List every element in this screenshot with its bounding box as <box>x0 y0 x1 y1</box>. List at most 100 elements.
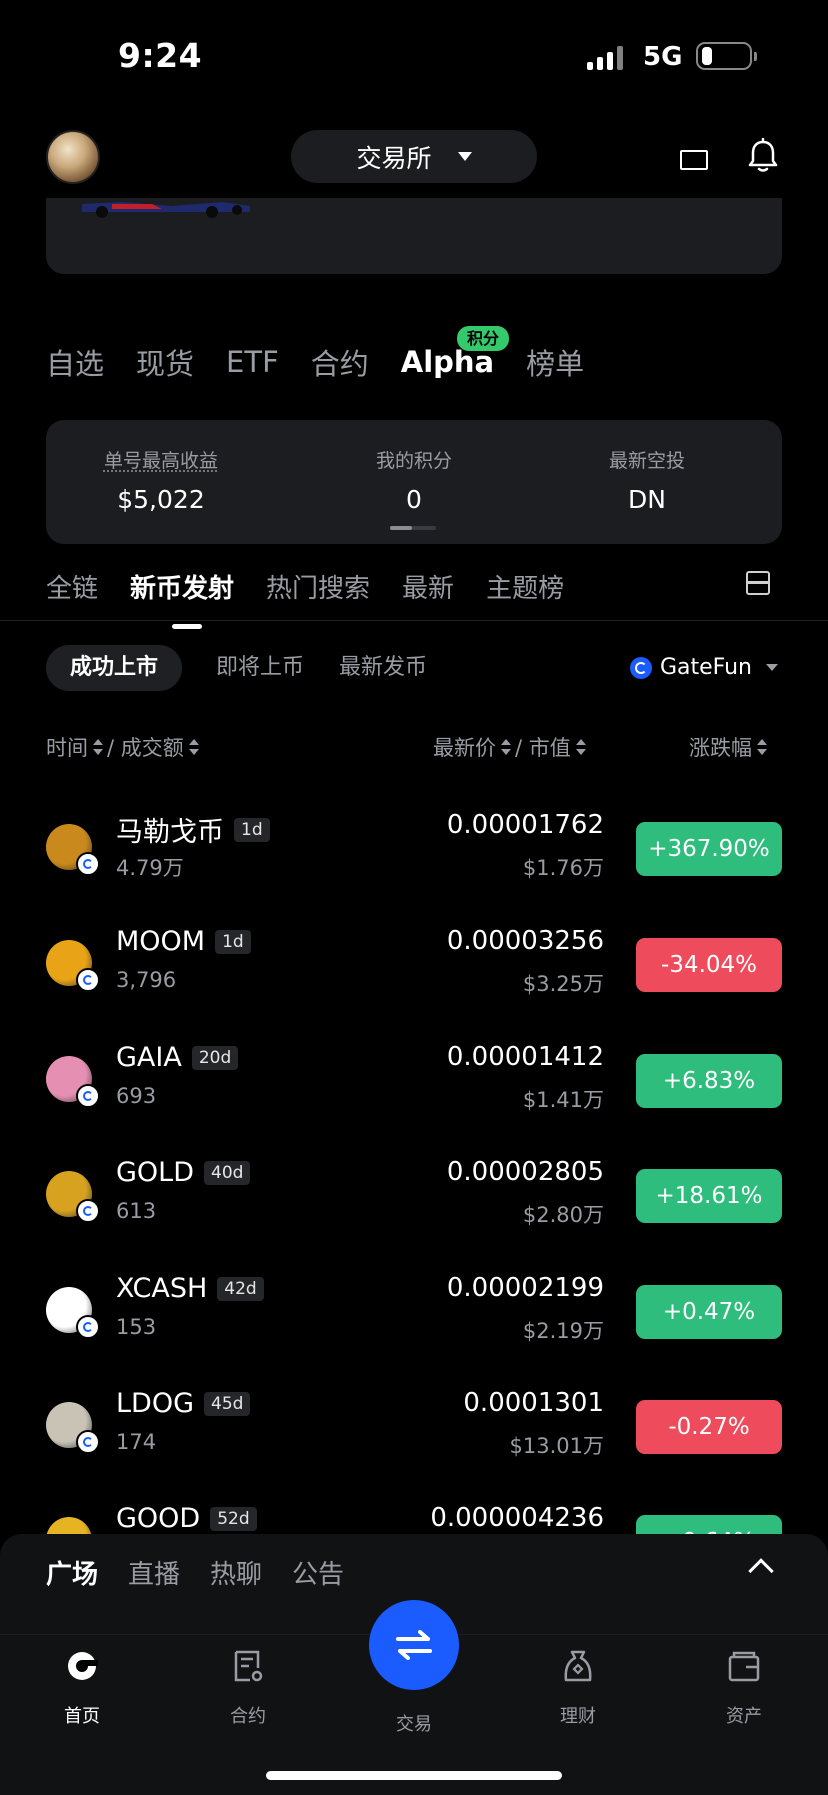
column-header-price-mcap[interactable]: 最新价 / 市值 <box>433 732 590 762</box>
screen-icon[interactable] <box>680 150 708 170</box>
earn-icon <box>564 1650 592 1682</box>
stat-label: 我的积分 <box>375 450 452 472</box>
token-name: GOOD <box>116 1503 201 1534</box>
source-selector[interactable]: GateFun <box>629 655 778 680</box>
column-volume: / 成交额 <box>107 736 184 760</box>
token-name-wrap: GAIA 20d <box>116 1042 239 1073</box>
price-change-button[interactable]: +6.83% <box>636 1054 782 1108</box>
sort-icon <box>575 739 586 755</box>
trade-button[interactable] <box>369 1600 459 1690</box>
chip-listed[interactable]: 成功上市 <box>46 645 183 691</box>
token-row[interactable]: GOLD 40d 613 0.00002805 $2.80万 +18.61% <box>46 1157 782 1237</box>
token-name: GOLD <box>116 1157 195 1188</box>
token-price: 0.00002199 <box>446 1273 604 1303</box>
wallet-icon <box>728 1651 760 1682</box>
tab-etf[interactable]: ETF <box>226 345 279 379</box>
tab-watchlist[interactable]: 自选 <box>46 341 104 383</box>
price-change-button[interactable]: +18.61% <box>636 1169 782 1223</box>
tab-all-chains[interactable]: 全链 <box>46 568 98 605</box>
price-change-button[interactable]: -0.27% <box>636 1400 782 1454</box>
stat-latest-airdrop: 最新空投 DN <box>532 446 762 514</box>
tab-new-launches[interactable]: 新币发射 <box>130 568 234 629</box>
column-header-time-volume[interactable]: 时间 / 成交额 <box>46 732 203 762</box>
token-volume: 613 <box>116 1199 157 1223</box>
nav-label: 交易 <box>396 1714 432 1735</box>
chip-upcoming[interactable]: 即将上币 <box>216 645 304 691</box>
token-price: 0.000004236 <box>430 1503 604 1533</box>
sub-tabs: 全链 新币发射 热门搜索 最新 主题榜 <box>46 566 596 629</box>
stat-value: DN <box>628 485 666 514</box>
status-time: 9:24 <box>118 36 203 75</box>
nav-futures[interactable]: 合约 <box>188 1648 308 1728</box>
tab-futures[interactable]: 合约 <box>311 341 369 383</box>
price-change-button[interactable]: +0.47% <box>636 1285 782 1339</box>
avatar[interactable] <box>46 130 100 184</box>
token-name-wrap: XCASH 42d <box>116 1273 264 1304</box>
token-row[interactable]: MOOM 1d 3,796 0.00003256 $3.25万 -34.04% <box>46 926 782 1006</box>
tab-hot-chat[interactable]: 热聊 <box>210 1554 262 1591</box>
column-header-change[interactable]: 涨跌幅 <box>689 732 771 762</box>
stat-label: 最新空投 <box>608 450 685 472</box>
token-mcap: $1.76万 <box>522 856 604 880</box>
tab-themes[interactable]: 主题榜 <box>486 568 564 605</box>
nav-earn[interactable]: 理财 <box>518 1648 638 1728</box>
token-name-wrap: 马勒戈币 1d <box>116 810 270 849</box>
tab-rankings[interactable]: 榜单 <box>526 341 584 383</box>
stat-label: 单号最高收益 <box>103 450 218 472</box>
futures-icon <box>234 1650 263 1682</box>
tab-square[interactable]: 广场 <box>46 1554 98 1591</box>
token-row[interactable]: 马勒戈币 1d 4.79万 0.00001762 $1.76万 +367.90% <box>46 810 782 890</box>
token-volume: 693 <box>116 1084 157 1108</box>
token-volume: 174 <box>116 1430 157 1454</box>
chip-latest-issued[interactable]: 最新发币 <box>339 645 427 691</box>
bell-icon[interactable] <box>746 138 780 174</box>
sort-icon <box>93 739 103 755</box>
race-car-image <box>82 202 250 218</box>
token-name-wrap: GOLD 40d <box>116 1157 251 1188</box>
price-change-button[interactable]: -34.04% <box>636 938 782 992</box>
token-name: 马勒戈币 <box>116 817 224 848</box>
filter-bar: 成功上市 即将上币 最新发币 GateFun <box>46 645 782 693</box>
battery-icon <box>696 42 757 70</box>
chain-badge-icon <box>76 1430 100 1454</box>
column-change: 涨跌幅 <box>689 736 752 760</box>
layout-toggle-icon[interactable] <box>746 571 770 595</box>
token-age-badge: 45d <box>204 1391 251 1416</box>
alpha-stats-card[interactable]: 单号最高收益 $5,022 我的积分 0 最新空投 DN <box>46 420 782 544</box>
token-volume: 153 <box>116 1315 157 1339</box>
promo-banner[interactable] <box>46 198 782 274</box>
token-price: 0.0001301 <box>463 1388 604 1418</box>
page-indicator <box>390 526 436 530</box>
token-row[interactable]: XCASH 42d 153 0.00002199 $2.19万 +0.47% <box>46 1273 782 1353</box>
exchange-mode-switch[interactable]: 交易所 <box>291 130 537 183</box>
tab-spot[interactable]: 现货 <box>136 341 194 383</box>
home-icon <box>68 1652 98 1680</box>
token-name: XCASH <box>116 1273 208 1304</box>
token-volume: 3,796 <box>116 968 177 992</box>
token-row[interactable]: GAIA 20d 693 0.00001412 $1.41万 +6.83% <box>46 1042 782 1122</box>
status-bar: 9:24 5G <box>0 0 828 110</box>
gatefun-logo-icon <box>629 656 652 679</box>
sort-icon <box>501 739 511 755</box>
tab-announcements[interactable]: 公告 <box>292 1554 344 1591</box>
tab-live[interactable]: 直播 <box>128 1554 180 1591</box>
token-name-wrap: MOOM 1d <box>116 926 251 957</box>
nav-assets[interactable]: 资产 <box>684 1648 804 1728</box>
chain-badge-icon <box>76 1315 100 1339</box>
points-badge: 积分 <box>457 326 510 351</box>
chevron-down-icon <box>766 664 778 671</box>
token-name: LDOG <box>116 1388 195 1419</box>
token-age-badge: 40d <box>204 1160 251 1185</box>
token-age-badge: 20d <box>191 1045 239 1070</box>
token-name-wrap: GOOD 52d <box>116 1503 257 1534</box>
token-row[interactable]: LDOG 45d 174 0.0001301 $13.01万 -0.27% <box>46 1388 782 1468</box>
token-mcap: $13.01万 <box>509 1434 604 1458</box>
tab-trending-search[interactable]: 热门搜索 <box>266 568 370 605</box>
tab-newest[interactable]: 最新 <box>402 568 454 605</box>
stat-max-profit: 单号最高收益 $5,022 <box>46 446 276 514</box>
signal-icon <box>587 44 631 70</box>
token-price: 0.00003256 <box>446 926 604 956</box>
nav-home[interactable]: 首页 <box>22 1648 142 1728</box>
price-change-button[interactable]: +367.90% <box>636 822 782 876</box>
column-price: 最新价 <box>433 736 496 760</box>
